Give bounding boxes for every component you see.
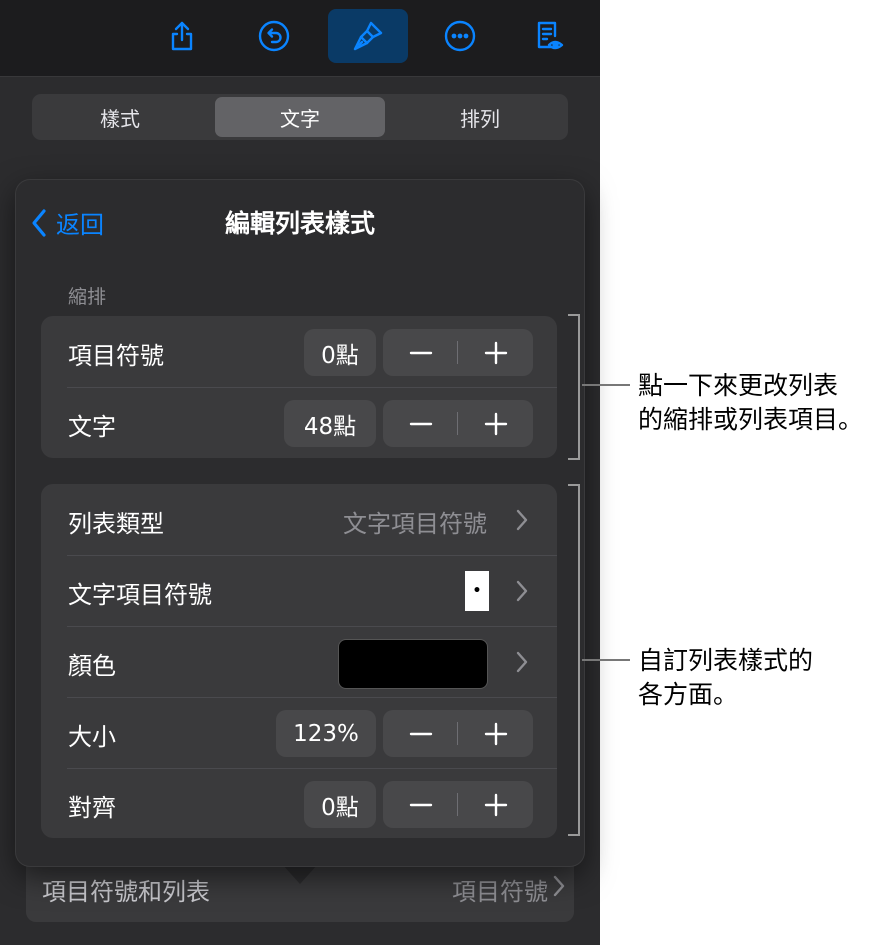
size-row: 大小 123% (41, 697, 557, 768)
minus-icon (409, 803, 432, 806)
indent-text-increase-button[interactable] (458, 400, 533, 447)
indent-bullet-decrease-button[interactable] (383, 329, 458, 376)
align-decrease-button[interactable] (383, 781, 458, 828)
minus-icon (409, 422, 432, 425)
list-type-row[interactable]: 列表類型 文字項目符號 (41, 484, 557, 555)
indent-bullet-row: 項目符號 0點 (41, 316, 557, 387)
top-toolbar (0, 0, 600, 77)
size-increase-button[interactable] (458, 710, 533, 757)
indent-text-label: 文字 (68, 413, 116, 441)
plus-icon (484, 793, 507, 816)
indent-bullet-label: 項目符號 (68, 342, 164, 370)
share-icon (171, 21, 193, 51)
align-stepper (383, 781, 533, 828)
callout-leader-style (582, 659, 630, 661)
format-button[interactable] (328, 9, 408, 63)
callout-style: 自訂列表樣式的 各方面。 (638, 644, 813, 712)
align-value[interactable]: 0點 (304, 781, 376, 828)
row-separator (67, 555, 557, 556)
color-label: 顏色 (68, 652, 116, 680)
callout-leader-indent (582, 384, 630, 386)
plus-icon (484, 341, 507, 364)
chevron-right-icon (553, 875, 565, 897)
minus-icon (409, 351, 432, 354)
bullets-and-lists-value: 項目符號 (452, 878, 548, 906)
row-separator (67, 387, 557, 388)
tab-text[interactable]: 文字 (215, 97, 385, 137)
callout-indent-line1: 點一下來更改列表 (638, 371, 839, 400)
plus-icon (484, 412, 507, 435)
size-decrease-button[interactable] (383, 710, 458, 757)
align-row: 對齊 0點 (41, 768, 557, 839)
chevron-right-icon (516, 509, 528, 531)
indent-text-row: 文字 48點 (41, 387, 557, 458)
tab-arrange[interactable]: 排列 (395, 97, 565, 137)
undo-button[interactable] (244, 9, 304, 63)
bullets-and-lists-label: 項目符號和列表 (42, 878, 210, 906)
tab-style[interactable]: 樣式 (35, 97, 205, 137)
indent-text-stepper (383, 400, 533, 447)
list-type-value: 文字項目符號 (343, 510, 487, 538)
popover-arrow (282, 864, 318, 884)
undo-icon (258, 20, 290, 52)
callout-indent: 點一下來更改列表 的縮排或列表項目。 (638, 369, 863, 437)
color-row[interactable]: 顏色 (41, 626, 557, 697)
more-button[interactable] (430, 9, 490, 63)
text-bullet-preview: • (465, 571, 489, 611)
row-separator (67, 697, 557, 698)
more-icon (444, 20, 476, 52)
indent-text-value[interactable]: 48點 (284, 400, 376, 447)
row-separator (67, 768, 557, 769)
callout-bracket-style (568, 484, 580, 836)
indent-text-decrease-button[interactable] (383, 400, 458, 447)
indent-bullet-value[interactable]: 0點 (304, 329, 376, 376)
indent-group: 項目符號 0點 文字 48點 (41, 316, 557, 458)
indent-bullet-stepper (383, 329, 533, 376)
reader-view-button[interactable] (518, 9, 578, 63)
text-bullet-row[interactable]: 文字項目符號 • (41, 555, 557, 626)
indent-bullet-increase-button[interactable] (458, 329, 533, 376)
callout-style-line1: 自訂列表樣式的 (638, 646, 814, 675)
callout-bracket-indent (568, 314, 580, 460)
popover-title: 編輯列表樣式 (224, 209, 375, 238)
text-bullet-label: 文字項目符號 (68, 581, 212, 609)
callout-indent-line2: 的縮排或列表項目。 (638, 405, 864, 434)
size-label: 大小 (68, 723, 116, 751)
size-value[interactable]: 123% (276, 710, 376, 757)
align-label: 對齊 (68, 794, 116, 822)
reader-view-icon (537, 21, 564, 50)
color-swatch[interactable] (338, 639, 488, 689)
format-segmented-control: 樣式 文字 排列 (32, 94, 568, 140)
align-increase-button[interactable] (458, 781, 533, 828)
share-button[interactable] (152, 9, 212, 63)
plus-icon (484, 722, 507, 745)
size-stepper (383, 710, 533, 757)
list-style-group: 列表類型 文字項目符號 文字項目符號 • 顏色 大小 123% 對齊 0點 (41, 484, 557, 838)
callout-style-line2: 各方面。 (638, 680, 739, 709)
chevron-right-icon (516, 580, 528, 602)
list-type-label: 列表類型 (68, 510, 164, 538)
minus-icon (409, 732, 432, 735)
paintbrush-icon (353, 21, 383, 51)
chevron-right-icon (516, 651, 528, 673)
row-separator (67, 626, 557, 627)
indent-section-label: 縮排 (68, 286, 107, 308)
